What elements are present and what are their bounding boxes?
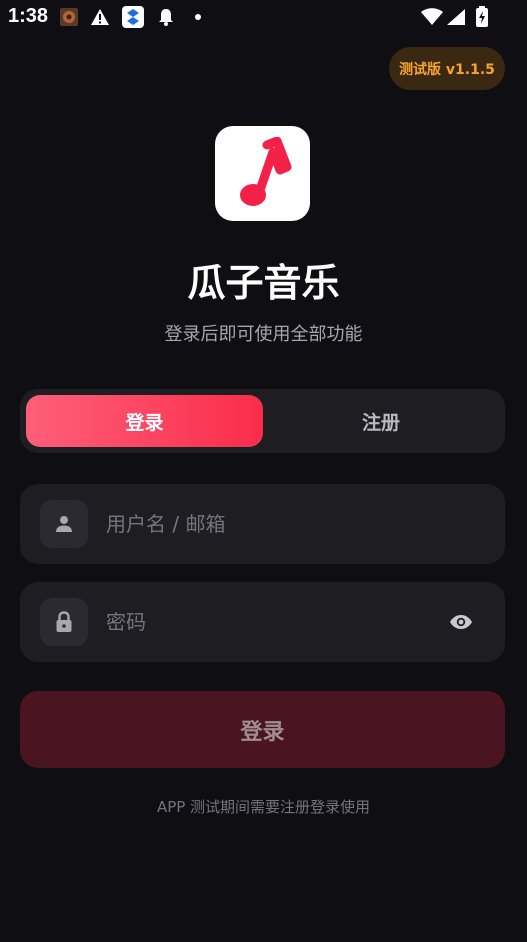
app-logo bbox=[215, 126, 310, 221]
lock-icon bbox=[56, 611, 72, 632]
signal-icon bbox=[445, 6, 467, 28]
dot-icon bbox=[187, 6, 209, 28]
version-badge: 测试版 v1.1.5 bbox=[389, 47, 505, 90]
wifi-icon bbox=[421, 6, 443, 28]
bell-icon bbox=[155, 6, 177, 28]
footer-note: APP 测试期间需要注册登录使用 bbox=[156, 798, 371, 816]
tab-register[interactable]: 注册 bbox=[263, 395, 499, 447]
music-note-icon bbox=[239, 136, 291, 206]
password-input[interactable] bbox=[106, 602, 426, 642]
tab-login[interactable]: 登录 bbox=[26, 395, 263, 447]
password-field[interactable] bbox=[20, 582, 505, 662]
app-subtitle: 登录后即可使用全部功能 bbox=[164, 324, 363, 345]
app-notification-icon bbox=[58, 6, 80, 28]
username-input[interactable] bbox=[106, 504, 426, 544]
warning-icon bbox=[89, 6, 111, 28]
show-password-toggle[interactable] bbox=[447, 608, 475, 636]
app-title: 瓜子音乐 bbox=[187, 261, 340, 305]
username-field[interactable] bbox=[20, 484, 505, 564]
login-submit-button[interactable]: 登录 bbox=[20, 691, 505, 768]
eye-icon bbox=[450, 615, 472, 629]
battery-icon bbox=[471, 6, 493, 28]
user-icon bbox=[56, 516, 72, 532]
status-time: 1:38 bbox=[8, 5, 49, 27]
status-bar: 1:38 bbox=[0, 0, 527, 34]
auth-tabs: 登录 注册 bbox=[20, 389, 505, 453]
lock-icon-box bbox=[40, 598, 88, 646]
login-screen: 1:38 测试版 v1.1.5 瓜子音乐 登录后即可使用全部功能 登录 注册 用… bbox=[0, 0, 527, 942]
dropbox-icon bbox=[122, 6, 144, 28]
user-icon-box bbox=[40, 500, 88, 548]
